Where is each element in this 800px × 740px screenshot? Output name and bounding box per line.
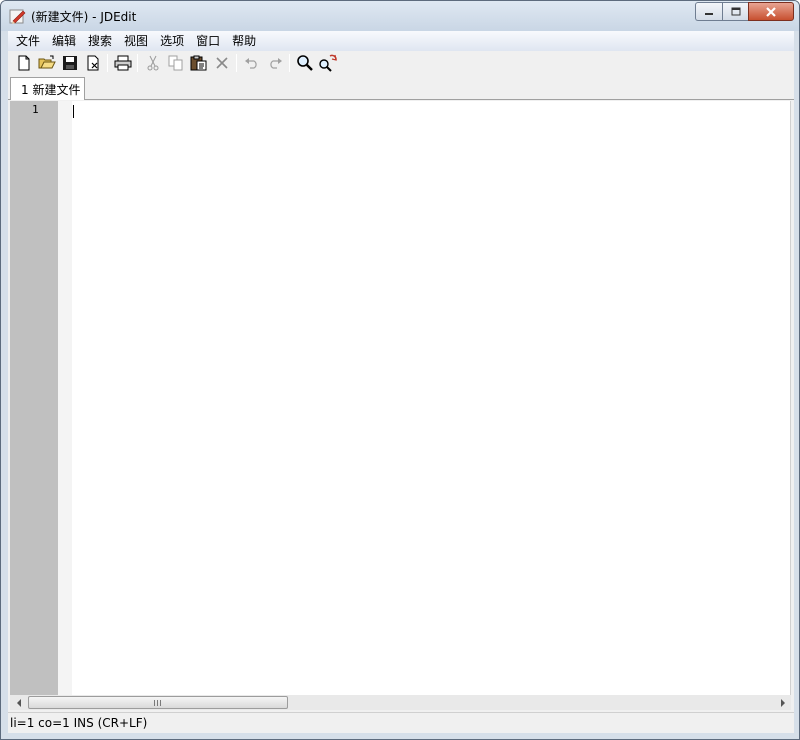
delete-button[interactable] xyxy=(210,52,233,74)
open-folder-icon xyxy=(38,55,56,69)
maximize-button[interactable] xyxy=(722,2,748,21)
horizontal-scrollbar[interactable] xyxy=(10,695,791,710)
toolbar-separator xyxy=(289,54,290,72)
title-bar[interactable]: (新建文件) - JDEdit xyxy=(1,1,799,31)
replace-icon xyxy=(318,54,337,72)
close-button[interactable] xyxy=(748,2,794,21)
status-text: li=1 co=1 INS (CR+LF) xyxy=(10,716,148,730)
cut-icon xyxy=(147,55,158,71)
maximize-icon xyxy=(731,7,740,16)
line-number: 1 xyxy=(32,103,39,116)
undo-button[interactable] xyxy=(240,52,263,74)
menu-options[interactable]: 选项 xyxy=(154,31,190,51)
toolbar-separator xyxy=(107,54,108,72)
open-file-button[interactable] xyxy=(35,52,58,74)
tab-new-file[interactable]: 1 新建文件 xyxy=(10,77,85,100)
menu-search[interactable]: 搜索 xyxy=(82,31,118,51)
undo-icon xyxy=(244,58,257,69)
scroll-left-button[interactable] xyxy=(10,695,27,710)
scrollbar-grip xyxy=(154,700,162,706)
minimize-icon xyxy=(705,12,713,15)
status-bar: li=1 co=1 INS (CR+LF) xyxy=(8,712,794,733)
copy-icon xyxy=(168,55,182,71)
minimize-button[interactable] xyxy=(695,2,722,21)
find-icon xyxy=(296,55,313,71)
menu-bar: 文件 编辑 搜索 视图 选项 窗口 帮助 xyxy=(8,31,794,51)
window-title: (新建文件) - JDEdit xyxy=(31,10,137,24)
menu-window[interactable]: 窗口 xyxy=(190,31,226,51)
menu-edit[interactable]: 编辑 xyxy=(46,31,82,51)
close-file-icon xyxy=(87,55,98,71)
window-controls xyxy=(695,2,794,22)
new-file-button[interactable] xyxy=(12,52,35,74)
cut-button[interactable] xyxy=(141,52,164,74)
text-caret xyxy=(73,105,74,118)
replace-button[interactable] xyxy=(316,52,339,74)
copy-button[interactable] xyxy=(164,52,187,74)
menu-help[interactable]: 帮助 xyxy=(226,31,262,51)
toolbar-separator xyxy=(137,54,138,72)
line-number-gutter: 1 xyxy=(10,101,58,695)
scrollbar-thumb[interactable] xyxy=(28,696,288,709)
print-button[interactable] xyxy=(111,52,134,74)
toolbar xyxy=(8,51,794,75)
close-file-button[interactable] xyxy=(81,52,104,74)
scroll-right-button[interactable] xyxy=(774,695,791,710)
paste-button[interactable] xyxy=(187,52,210,74)
close-icon xyxy=(766,6,776,17)
paste-icon xyxy=(190,55,206,71)
menu-file[interactable]: 文件 xyxy=(10,31,46,51)
save-button[interactable] xyxy=(58,52,81,74)
document-tabs: 1 新建文件 xyxy=(8,77,794,100)
menu-view[interactable]: 视图 xyxy=(118,31,154,51)
app-window: (新建文件) - JDEdit 文件 编辑 搜索 视图 选项 窗口 帮助 1 新… xyxy=(0,0,800,740)
arrow-right-icon xyxy=(780,698,785,707)
jdedit-app-icon[interactable] xyxy=(9,8,26,25)
fold-margin xyxy=(58,101,72,695)
find-button[interactable] xyxy=(293,52,316,74)
redo-button[interactable] xyxy=(263,52,286,74)
new-file-icon xyxy=(18,55,29,71)
toolbar-separator xyxy=(236,54,237,72)
redo-icon xyxy=(269,58,282,69)
save-icon xyxy=(62,56,77,70)
client-area: 1 新建文件 1 li=1 co=1 INS (CR+LF) xyxy=(8,51,794,733)
text-editor[interactable]: 1 xyxy=(10,101,791,695)
arrow-left-icon xyxy=(16,698,21,707)
print-icon xyxy=(114,55,131,71)
delete-icon xyxy=(215,57,228,69)
